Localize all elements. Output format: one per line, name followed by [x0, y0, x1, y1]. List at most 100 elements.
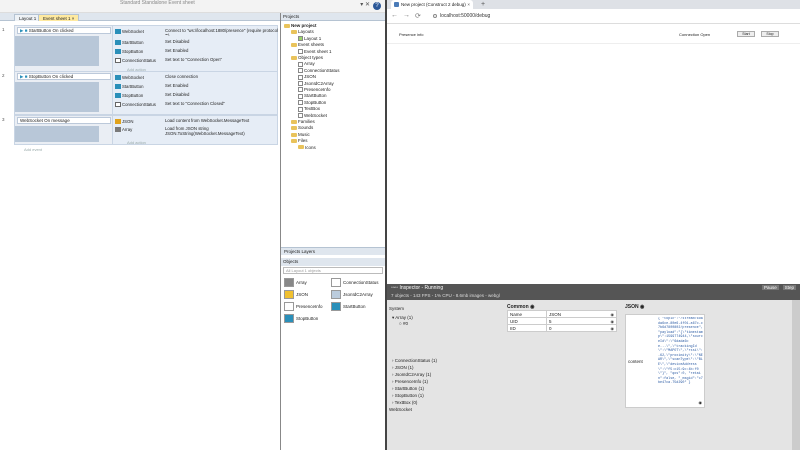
action-row[interactable]: StartButton Set Disabled	[115, 39, 279, 47]
object-list-item[interactable]: WebSocket	[389, 407, 412, 413]
object-item[interactable]: StartButton	[331, 302, 366, 312]
event-block-3[interactable]: WebSocket On message JSON Load content f…	[14, 115, 278, 145]
tree-item[interactable]: Icons	[298, 145, 316, 151]
start-button[interactable]: Start	[737, 31, 755, 37]
action-row[interactable]: WebSocket Close connection	[115, 74, 279, 82]
object-icon	[284, 278, 294, 288]
tree-item[interactable]: JsonIdC2Array	[298, 81, 334, 87]
object-item[interactable]: JsonIdC2Array	[331, 290, 373, 300]
tree-item-label: Layouts	[298, 29, 314, 35]
object-item[interactable]: Array	[284, 278, 307, 288]
object-item[interactable]: PresenceInfo	[284, 302, 323, 312]
tree-item[interactable]: Array	[298, 61, 315, 67]
action-row[interactable]: StopButton Set Enabled	[115, 48, 279, 56]
folder-icon	[291, 43, 297, 47]
object-icon	[298, 61, 303, 67]
action-row[interactable]: Array Load from JSON string JSON.ToStrin…	[115, 126, 279, 140]
event-condition[interactable]: ▶ ■ StopButton On clicked	[17, 73, 111, 80]
close-icon[interactable]: ×	[467, 0, 470, 9]
object-list-item[interactable]: › JSON (1)	[392, 365, 414, 371]
tree-item-label: Families	[298, 119, 315, 124]
tree-item[interactable]: Event sheets	[291, 42, 324, 48]
step-button[interactable]: Step	[782, 285, 796, 290]
tree-item[interactable]: New project	[284, 23, 317, 29]
tree-item[interactable]: JSON	[298, 74, 316, 80]
tree-item[interactable]: PresenceInfo	[298, 87, 331, 93]
action-row[interactable]: JSON Load content from WebSocket.Message…	[115, 118, 279, 126]
back-icon[interactable]: ←	[391, 12, 398, 19]
action-row[interactable]: ConnectionStatus Set text to "Connection…	[115, 57, 279, 65]
tree-item[interactable]: Files	[291, 138, 308, 144]
tree-item[interactable]: Sounds	[291, 125, 313, 131]
projects-tabs[interactable]: Projects Layers	[281, 247, 385, 255]
tree-item[interactable]: StopButton	[298, 100, 326, 106]
object-item[interactable]: StopButton	[284, 314, 318, 324]
object-list-item[interactable]: ○ #0	[399, 321, 408, 327]
json-content-box: content { "topic":"/stream/6dada6ce-80e6…	[625, 314, 705, 408]
event-empty-area	[15, 126, 99, 142]
tree-item[interactable]: StartButton	[298, 93, 327, 99]
game-viewport: Presence info Connection Open Start Stop	[387, 24, 800, 284]
action-row[interactable]: StartButton Set Enabled	[115, 83, 279, 91]
folder-icon	[291, 139, 297, 143]
forward-icon[interactable]: →	[403, 12, 410, 19]
object-item[interactable]: JSON	[284, 290, 308, 300]
condition-text: StartButton On clicked	[28, 28, 74, 33]
event-condition[interactable]: WebSocket On message	[17, 117, 111, 124]
tree-item[interactable]: Families	[291, 119, 315, 125]
scrollbar[interactable]	[792, 300, 800, 450]
url-bar[interactable]: localhost:50000/debug	[433, 12, 490, 20]
object-list-item[interactable]: › TextBox (0)	[392, 400, 417, 406]
new-tab-icon[interactable]: +	[481, 0, 485, 9]
object-list-item[interactable]: › StopButton (1)	[392, 393, 424, 399]
event-sheet: ▶ ■ StartButton On clicked WebSocket Con…	[0, 21, 280, 450]
common-section: Common ◉ Name JSON ◉ UID 5 ◉ IID 0 ◉	[507, 304, 617, 332]
presence-info-text: Presence info	[399, 32, 424, 37]
action-text: Close connection	[165, 74, 198, 79]
action-object: ConnectionStatus	[122, 102, 156, 107]
tree-item[interactable]: TextBox	[298, 106, 320, 112]
browser-tab[interactable]: New project (Construct 2 debug) ×	[391, 0, 473, 9]
eye-icon[interactable]: ◉	[640, 304, 644, 310]
object-icon	[298, 48, 303, 54]
action-row[interactable]: WebSocket Connect to "ws://localhost:188…	[115, 28, 279, 36]
tree-item[interactable]: Event sheet 1	[298, 49, 332, 55]
text-icon	[115, 102, 121, 108]
tree-item[interactable]: WebSocket	[298, 113, 327, 119]
eye-icon[interactable]: ◉	[699, 400, 703, 405]
object-item[interactable]: ConnectionStatus	[331, 278, 379, 288]
object-icon	[331, 302, 341, 312]
tree-item[interactable]: Music	[291, 132, 310, 138]
add-event-link[interactable]: Add event	[24, 147, 42, 152]
event-number: 1	[2, 27, 5, 32]
event-empty-area	[15, 82, 99, 112]
reload-icon[interactable]: ⟳	[415, 12, 421, 20]
action-row[interactable]: ConnectionStatus Set text to "Connection…	[115, 101, 279, 109]
stop-button[interactable]: Stop	[761, 31, 779, 37]
tree-item[interactable]: Object types	[291, 55, 323, 61]
help-icon[interactable]: ?	[373, 2, 381, 10]
action-row[interactable]: StopButton Set Disabled	[115, 92, 279, 100]
property-value[interactable]: 0	[546, 325, 606, 332]
tree-item[interactable]: Layout 1	[298, 36, 321, 42]
object-list-item[interactable]: › PresenceInfo (1)	[392, 379, 428, 385]
tree-item[interactable]: ConnectionStatus	[298, 68, 340, 74]
action-text: Set Enabled	[165, 83, 189, 88]
action-text: Set Disabled	[165, 39, 190, 44]
object-list-item[interactable]: › JsonIdC2Array (1)	[392, 372, 431, 378]
add-action-link[interactable]: Add action	[127, 140, 146, 145]
pause-button[interactable]: Pause	[761, 285, 779, 290]
event-block-1[interactable]: ▶ ■ StartButton On clicked WebSocket Con…	[14, 25, 278, 75]
object-list: System ▾ Array (1) ○ #0 › ConnectionStatus …	[389, 304, 501, 450]
eye-icon[interactable]: ◉	[611, 325, 615, 332]
event-block-2[interactable]: ▶ ■ StopButton On clicked WebSocket Clos…	[14, 71, 278, 115]
object-list-item[interactable]: System	[389, 306, 404, 312]
object-list-item[interactable]: › ConnectionStatus (1)	[392, 358, 437, 364]
objects-filter[interactable]: All Layout 1 objects	[283, 267, 383, 274]
minimize-icon[interactable]: ▾ ✕	[360, 1, 370, 8]
tab-event-sheet-1[interactable]: Event sheet 1 ×	[38, 14, 80, 21]
button-icon	[115, 49, 121, 55]
object-list-item[interactable]: › StartButton (1)	[392, 386, 424, 392]
tree-item[interactable]: Layouts	[291, 29, 314, 35]
event-condition[interactable]: ▶ ■ StartButton On clicked	[17, 27, 111, 34]
